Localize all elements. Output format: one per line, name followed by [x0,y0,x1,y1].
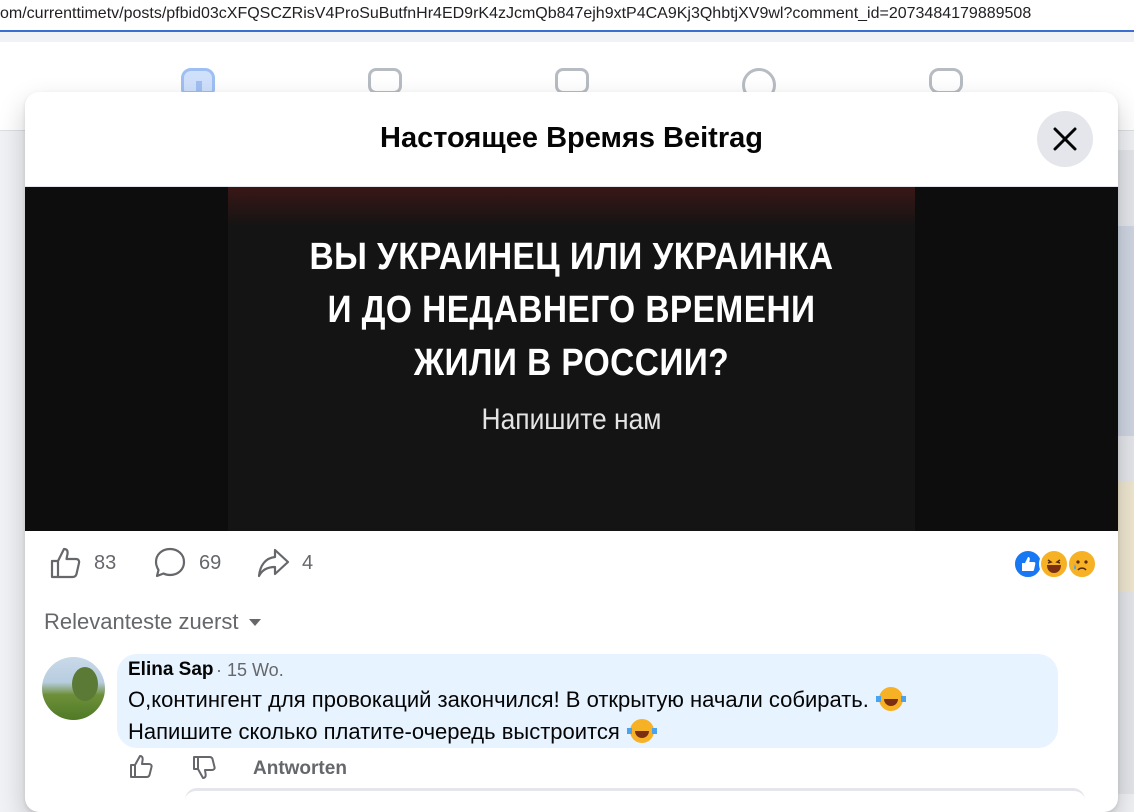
background-card [1118,226,1134,436]
thumbs-up-icon[interactable] [128,754,154,780]
tears-of-joy-icon [876,687,907,711]
post-video[interactable]: ВЫ УКРАИНЕЦ ИЛИ УКРАИНКА И ДО НЕДАВНЕГО … [25,187,1118,531]
share-count: 4 [302,551,314,574]
headline-line: И ДО НЕДАВНЕГО ВРЕМЕНИ [327,289,816,331]
dialog-title: Настоящее Времяs Beitrag [380,122,763,154]
close-icon [1053,127,1077,151]
comment-text: О,контингент для провокаций закончился! … [128,684,1028,748]
comment-bubble: Elina Sap · 15 Wo. О,контингент для пров… [117,654,1058,748]
comment-icon [154,547,186,578]
comment-button[interactable]: 69 [153,545,221,581]
background-right-column [1118,150,1134,794]
headline-line: ВЫ УКРАИНЕЦ ИЛИ УКРАИНКА [309,236,834,278]
caret-down-icon [249,619,262,626]
dialog-header: Настоящее Времяs Beitrag [25,92,1118,187]
post-dialog: Настоящее Времяs Beitrag ВЫ УКРАИНЕЦ ИЛИ… [25,92,1118,812]
tears-of-joy-icon [626,719,657,743]
headline-line: ЖИЛИ В РОССИИ? [413,342,730,384]
like-button[interactable]: 83 [48,545,116,581]
gaming-icon[interactable] [929,68,963,94]
video-cta: Напишите нам [481,403,662,436]
avatar[interactable] [42,657,105,720]
home-icon[interactable] [181,68,215,94]
avatar-tree [72,667,98,701]
comment-actions: Antworten [128,752,528,782]
comment-line-text: О,контингент для провокаций закончился! … [128,687,869,712]
address-bar[interactable]: om/currenttimetv/posts/pfbid03cXFQSCZRis… [0,0,1134,32]
share-button[interactable]: 4 [256,545,313,581]
close-button[interactable] [1037,111,1093,167]
video-frame-top [228,187,915,227]
thumbs-up-icon [50,547,81,579]
comment-line: О,контингент для провокаций закончился! … [128,684,1028,716]
background-card [1118,482,1134,592]
sort-label: Relevanteste zuerst [44,609,239,634]
next-comment-edge [185,788,1085,801]
comment-sort-dropdown[interactable]: Relevanteste zuerst [44,607,262,637]
haha-reaction-icon [1039,549,1069,579]
comment-author[interactable]: Elina Sap [128,659,214,681]
reactions-summary[interactable] [1013,549,1103,581]
url-text[interactable]: om/currenttimetv/posts/pfbid03cXFQSCZRis… [0,5,1031,23]
comment-timestamp[interactable]: · 15 Wo. [216,660,284,681]
marketplace-icon[interactable] [555,68,589,94]
comment-count: 69 [199,551,222,574]
comment-line-text: Напишите сколько платите-очередь выстрои… [128,719,620,744]
video-headline: ВЫ УКРАИНЕЦ ИЛИ УКРАИНКА И ДО НЕДАВНЕГО … [269,231,874,390]
share-icon [257,548,290,578]
sad-reaction-icon [1067,549,1097,579]
like-count: 83 [94,551,117,574]
comment-line: Напишите сколько платите-очередь выстрои… [128,716,1028,748]
reply-button[interactable]: Antworten [253,758,347,780]
video-icon[interactable] [368,68,402,94]
post-actions: 83 69 4 [25,531,1118,595]
thumbs-down-icon[interactable] [191,754,217,780]
